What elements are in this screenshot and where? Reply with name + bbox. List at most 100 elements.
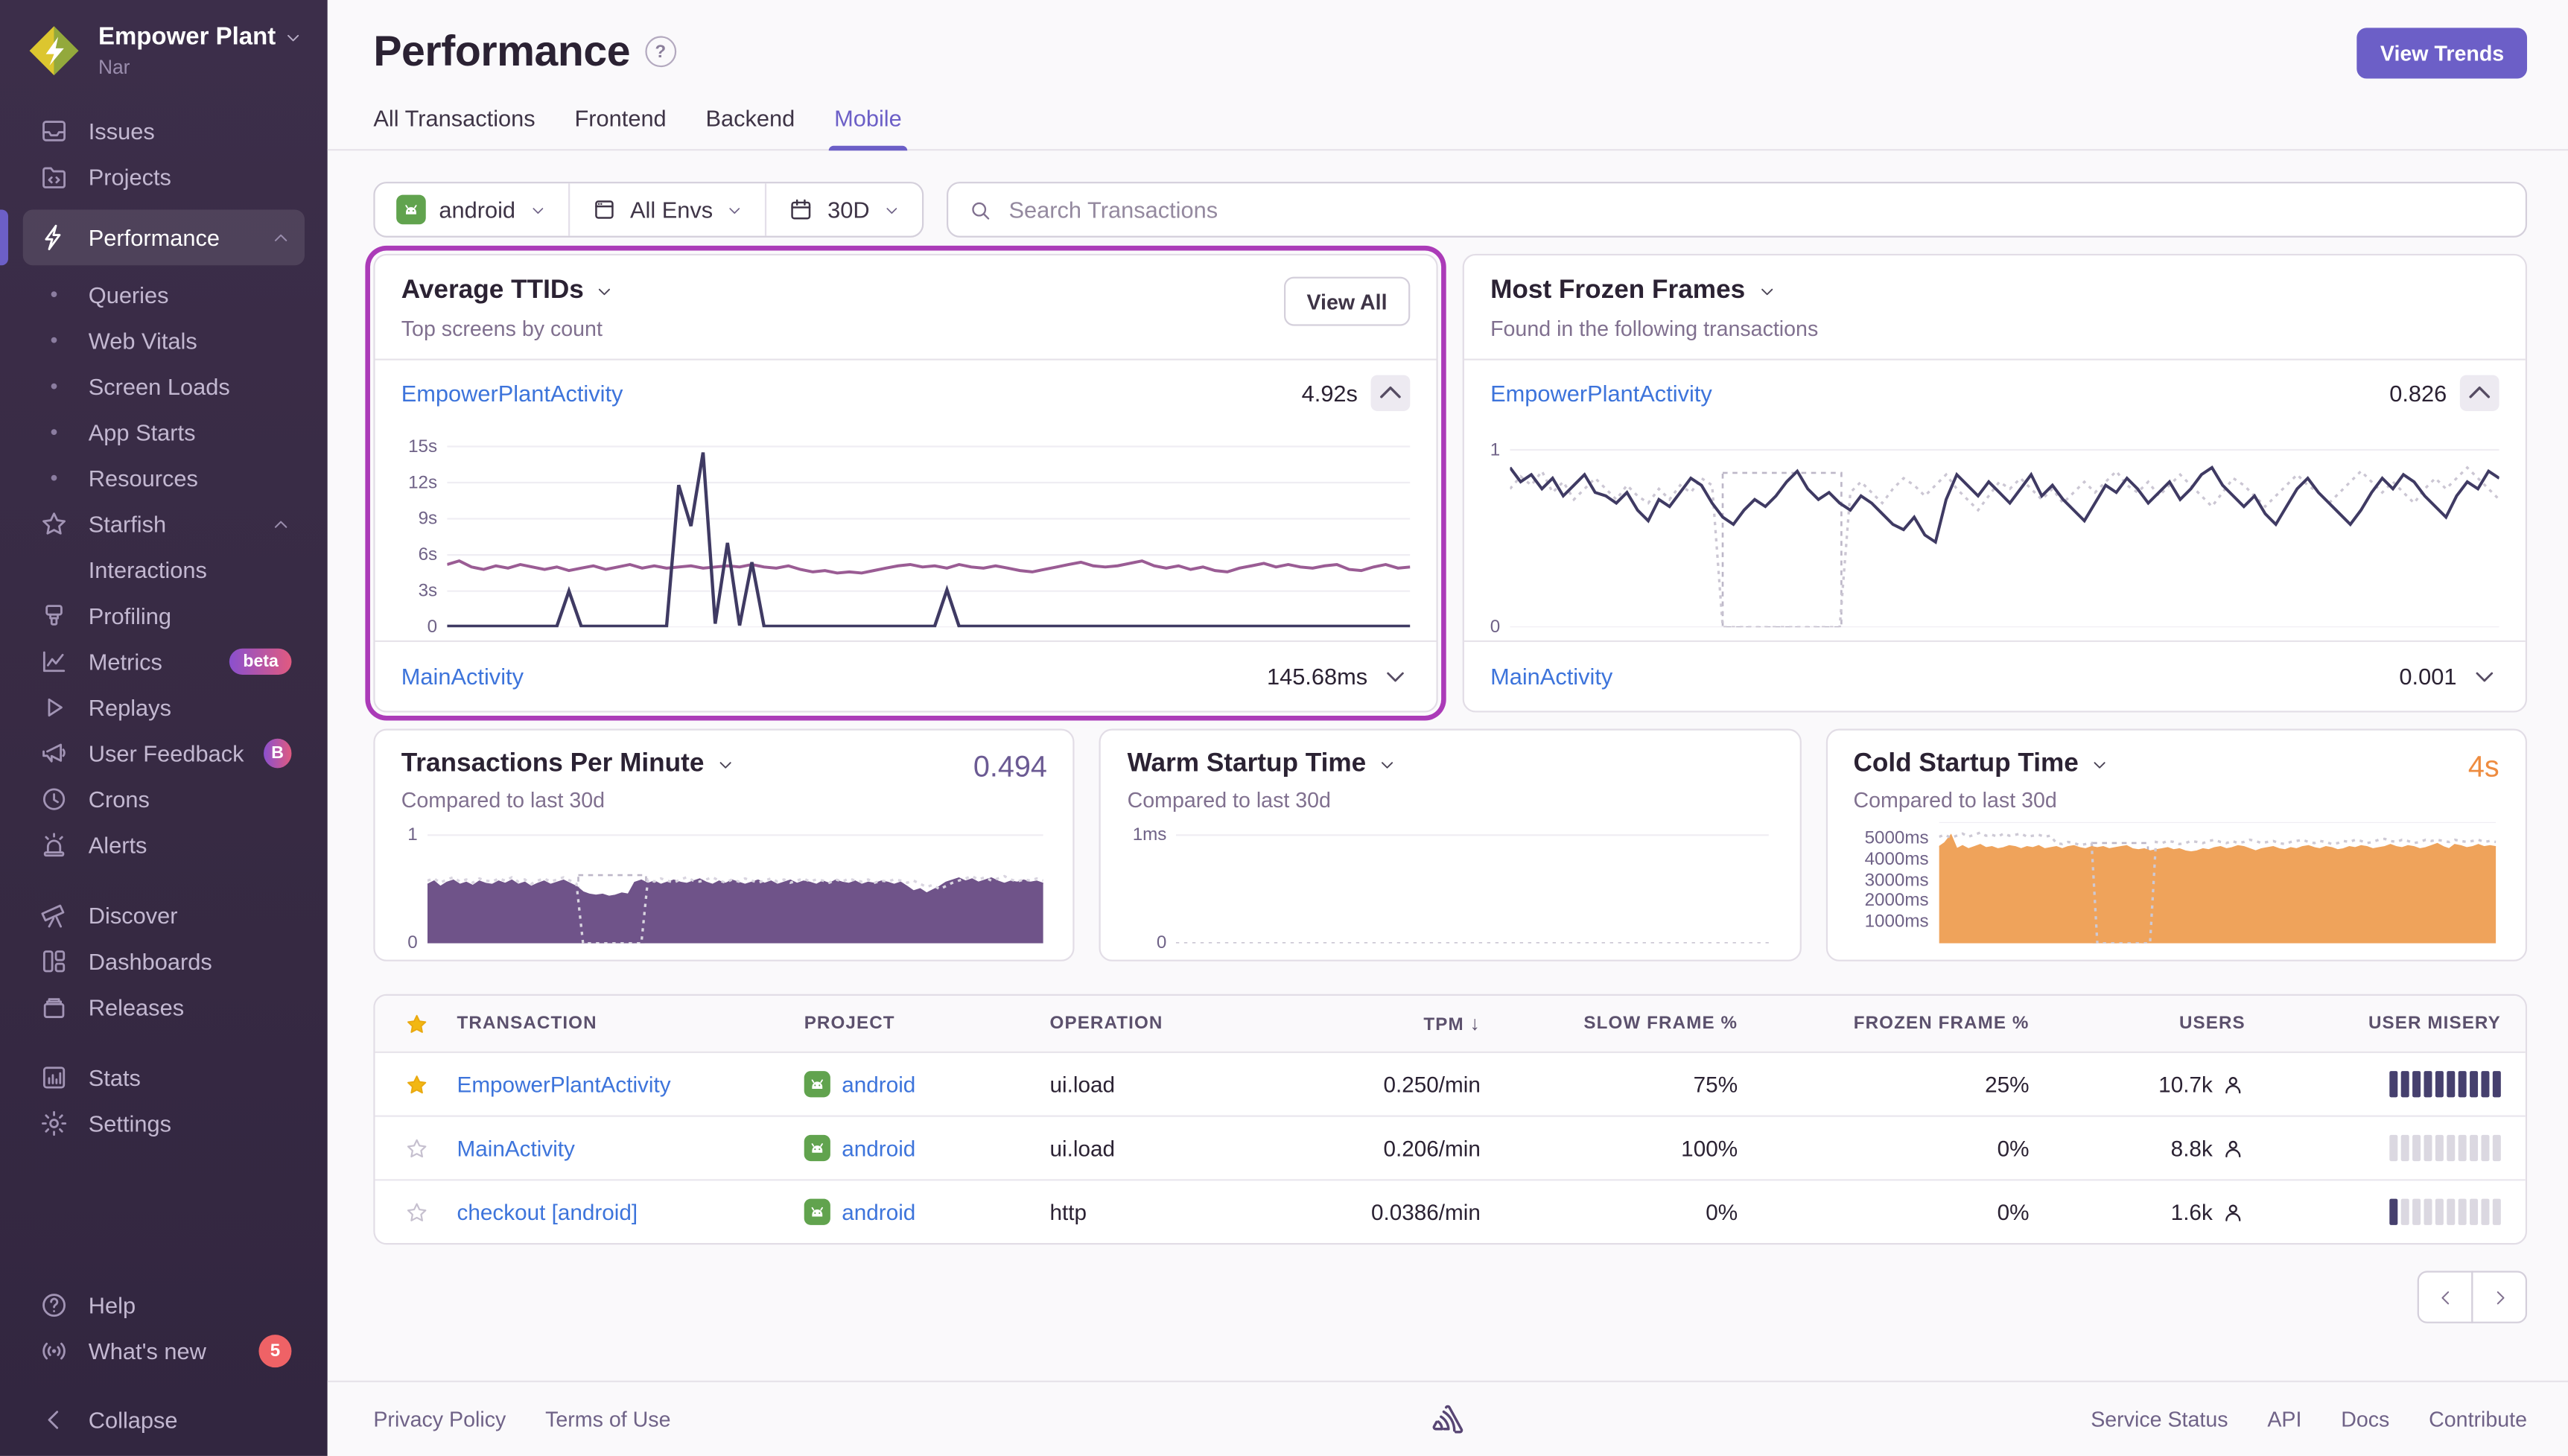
panel-title-dropdown[interactable]: Average TTIDs [401, 277, 1411, 307]
footer-link-contribute[interactable]: Contribute [2429, 1407, 2527, 1431]
sidebar-item-interactions[interactable]: Interactions [23, 547, 305, 593]
project-link[interactable]: android [842, 1136, 915, 1160]
sidebar-item-issues[interactable]: Issues [23, 108, 305, 154]
filter-30d[interactable]: 30D [766, 183, 922, 235]
sidebar-item-starfish[interactable]: Starfish [23, 501, 305, 547]
panel-title-dropdown[interactable]: Most Frozen Frames [1490, 277, 2499, 307]
transaction-link[interactable]: MainActivity [457, 1136, 575, 1160]
tab-mobile[interactable]: Mobile [834, 105, 902, 149]
badge: beta [230, 649, 292, 675]
sidebar-item-performance[interactable]: Performance [23, 209, 305, 265]
view-all-button[interactable]: View All [1284, 277, 1411, 326]
favorite-star-icon[interactable] [375, 1200, 457, 1224]
favorite-star-icon[interactable] [375, 1072, 457, 1096]
sidebar-item-help[interactable]: Help [23, 1282, 305, 1329]
filter-all-envs[interactable]: All Envs [568, 183, 765, 235]
sidebar-item-settings[interactable]: Settings [23, 1101, 305, 1147]
sidebar-item-dashboards[interactable]: Dashboards [23, 938, 305, 985]
footer-link-service-status[interactable]: Service Status [2091, 1407, 2228, 1431]
stack-icon [591, 197, 617, 223]
transaction-link[interactable]: checkout [android] [457, 1200, 638, 1224]
transactions-table: TRANSACTIONPROJECTOPERATIONTPM ↓SLOW FRA… [373, 994, 2527, 1244]
column-header-frozen-frame[interactable]: FROZEN FRAME % [1738, 1014, 2029, 1033]
filter-android[interactable]: android [375, 183, 568, 235]
collapse-row-button[interactable] [1371, 375, 1411, 411]
header-star-icon[interactable] [375, 1011, 457, 1036]
org-switcher[interactable]: Empower Plant Nar [23, 23, 305, 79]
sidebar-item-app-starts[interactable]: •App Starts [23, 410, 305, 456]
next-page-button[interactable] [2471, 1271, 2527, 1323]
footer-link-terms-of-use[interactable]: Terms of Use [545, 1407, 670, 1431]
tpm-cell: 0.206/min [1246, 1136, 1480, 1160]
app-window: Empower Plant Nar IssuesProjects Performa… [0, 0, 2568, 1456]
sidebar-item-queries[interactable]: •Queries [23, 272, 305, 318]
column-header-user-misery[interactable]: USER MISERY [2246, 1014, 2526, 1033]
sidebar-item-discover[interactable]: Discover [23, 892, 305, 938]
sidebar-item-label: Screen Loads [89, 373, 230, 399]
sidebar-item-label: Collapse [89, 1407, 178, 1433]
org-name: Empower Plant [98, 23, 276, 51]
sidebar-item-resources[interactable]: •Resources [23, 455, 305, 501]
panel-title-dropdown[interactable]: Warm Startup Time [1128, 750, 1773, 780]
chev-left-icon [39, 1405, 69, 1435]
column-header-users[interactable]: USERS [2030, 1014, 2246, 1033]
view-trends-button[interactable]: View Trends [2357, 28, 2527, 78]
user-icon [2221, 1200, 2246, 1224]
help-tooltip-icon[interactable]: ? [645, 36, 676, 67]
sidebar-item-what-s-new[interactable]: What's new5 [23, 1328, 305, 1374]
transaction-link[interactable]: EmpowerPlantActivity [457, 1072, 671, 1096]
tab-frontend[interactable]: Frontend [574, 105, 666, 149]
metric-value: 0.826 [2389, 380, 2447, 406]
sidebar-item-collapse[interactable]: Collapse [23, 1397, 305, 1443]
panel-subtitle: Compared to last 30d [1128, 788, 1773, 813]
sidebar-item-label: Queries [89, 282, 169, 308]
sidebar-item-label: User Feedback [89, 740, 244, 766]
sidebar-item-metrics[interactable]: Metricsbeta [23, 639, 305, 685]
sidebar-item-releases[interactable]: Releases [23, 985, 305, 1031]
column-header-project[interactable]: PROJECT [804, 1014, 1050, 1033]
transaction-link[interactable]: MainActivity [401, 664, 524, 690]
previous-page-button[interactable] [2418, 1271, 2473, 1323]
panel-subtitle: Compared to last 30d [401, 788, 1047, 813]
tab-backend[interactable]: Backend [705, 105, 795, 149]
sidebar-item-label: Releases [89, 994, 184, 1020]
panel-title-dropdown[interactable]: Transactions Per Minute [401, 750, 1047, 780]
page-title: Performance [373, 26, 630, 77]
transaction-link[interactable]: EmpowerPlantActivity [401, 380, 623, 406]
expand-row-button[interactable] [2470, 661, 2499, 691]
project-link[interactable]: android [842, 1072, 915, 1096]
column-header-transaction[interactable]: TRANSACTION [457, 1014, 804, 1033]
tab-all-transactions[interactable]: All Transactions [373, 105, 535, 149]
sidebar-item-stats[interactable]: Stats [23, 1055, 305, 1101]
expand-row-button[interactable] [1381, 661, 1411, 691]
footer-link-api[interactable]: API [2267, 1407, 2301, 1431]
transaction-link[interactable]: EmpowerPlantActivity [1490, 380, 1712, 406]
column-header-operation[interactable]: OPERATION [1050, 1014, 1247, 1033]
transaction-link[interactable]: MainActivity [1490, 664, 1612, 690]
panel-title-dropdown[interactable]: Cold Startup Time [1853, 750, 2499, 780]
users-cell: 1.6k [2030, 1200, 2246, 1224]
sidebar-item-screen-loads[interactable]: •Screen Loads [23, 363, 305, 410]
panel-subtitle: Compared to last 30d [1853, 788, 2499, 813]
collapse-row-button[interactable] [2460, 375, 2499, 411]
sidebar-item-user-feedback[interactable]: User FeedbackB [23, 731, 305, 777]
sidebar-item-label: What's new [89, 1338, 206, 1364]
pagination [373, 1271, 2527, 1323]
favorite-star-icon[interactable] [375, 1136, 457, 1160]
page-filter-group: androidAll Envs30D [373, 182, 924, 238]
sidebar-item-profiling[interactable]: Profiling [23, 593, 305, 639]
footer-link-docs[interactable]: Docs [2341, 1407, 2389, 1431]
footer-link-privacy-policy[interactable]: Privacy Policy [373, 1407, 506, 1431]
sidebar-item-crons[interactable]: Crons [23, 776, 305, 822]
sidebar-item-replays[interactable]: Replays [23, 684, 305, 731]
column-header-tpm[interactable]: TPM ↓ [1246, 1012, 1480, 1035]
sidebar-item-projects[interactable]: Projects [23, 154, 305, 200]
column-header-slow-frame[interactable]: SLOW FRAME % [1481, 1014, 1738, 1033]
search-input[interactable] [1005, 195, 2505, 225]
sidebar-item-alerts[interactable]: Alerts [23, 822, 305, 868]
project-link[interactable]: android [842, 1200, 915, 1224]
sidebar-item-web-vitals[interactable]: •Web Vitals [23, 318, 305, 364]
panel-title: Warm Startup Time [1128, 750, 1367, 780]
axis-tick-label: 15s [408, 436, 437, 456]
projects-icon [39, 162, 69, 192]
